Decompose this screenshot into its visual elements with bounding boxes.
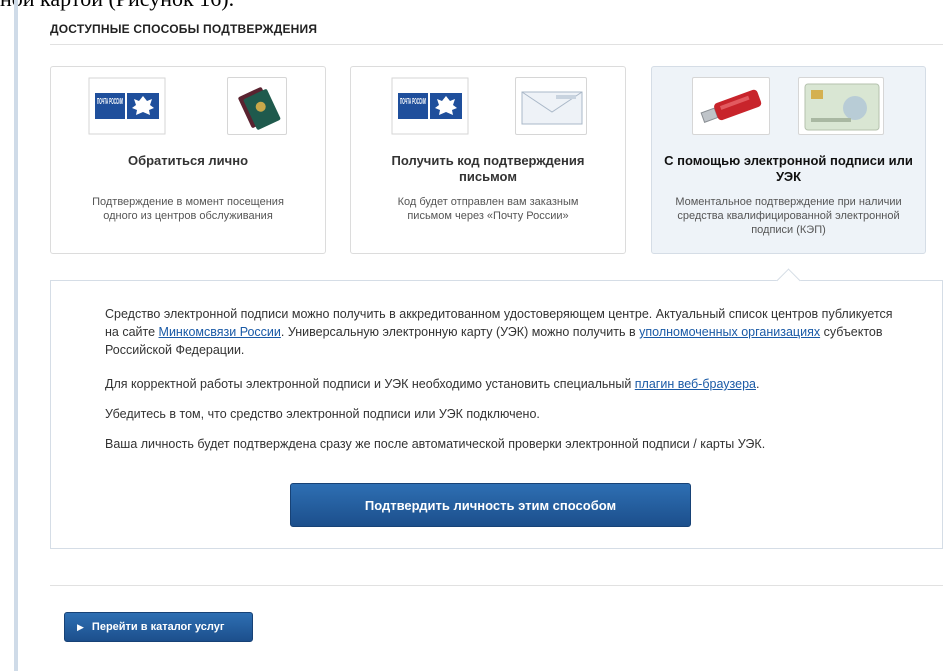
info-paragraph: Для корректной работы электронной подпис… xyxy=(105,375,895,393)
russian-post-logo: ПОЧТА РОССИИ xyxy=(391,77,469,135)
russian-post-logo: ПОЧТА РОССИИ xyxy=(88,77,166,135)
go-to-catalog-button[interactable]: ▶ Перейти в каталог услуг xyxy=(64,612,253,642)
method-card-letter-code[interactable]: ПОЧТА РОССИИ Получить код подтверждения … xyxy=(350,66,626,254)
card-description: Подтверждение в момент посещения одного … xyxy=(92,196,284,222)
catalog-button-label: Перейти в каталог услуг xyxy=(91,621,225,633)
info-paragraph: Убедитесь в том, что средство электронно… xyxy=(105,407,540,421)
logo-text-line1: ПОЧТА РОССИИ xyxy=(400,97,426,106)
uek-card-icon xyxy=(798,77,884,135)
card-title: Получить код подтверждения письмом xyxy=(391,153,585,184)
document-text-fragment: ной картой (Рисунок 16). xyxy=(0,0,234,12)
card-description: Моментальное подтверждение при наличии с… xyxy=(675,196,902,236)
card-title: С помощью электронной подписи или УЭК xyxy=(664,153,913,184)
section-title: ДОСТУПНЫЕ СПОСОБЫ ПОДТВЕРЖДЕНИЯ xyxy=(50,22,318,36)
passport-icon xyxy=(227,77,287,135)
left-border-stripe xyxy=(14,0,18,671)
minkomsvyaz-link[interactable]: Минкомсвязи России xyxy=(159,325,281,339)
authorized-organizations-link[interactable]: уполномоченных организациях xyxy=(639,325,820,339)
card-title: Обратиться лично xyxy=(127,153,249,168)
info-paragraph: Средство электронной подписи можно получ… xyxy=(105,305,895,359)
play-arrow-icon: ▶ xyxy=(77,621,84,632)
info-text: . Универсальную электронную карту (УЭК) … xyxy=(280,325,640,339)
footer-divider xyxy=(50,585,943,586)
method-card-e-signature[interactable]: С помощью электронной подписи или УЭК Мо… xyxy=(651,66,926,254)
logo-text-line1: ПОЧТА РОССИИ xyxy=(97,97,123,106)
card-description: Код будет отправлен вам заказным письмом… xyxy=(397,196,579,222)
info-text: . xyxy=(755,377,760,391)
method-details-panel: Средство электронной подписи можно получ… xyxy=(50,280,943,549)
browser-plugin-link[interactable]: плагин веб-браузера xyxy=(635,377,756,391)
section-divider xyxy=(50,44,943,45)
info-paragraph: Ваша личность будет подтверждена сразу ж… xyxy=(105,437,766,451)
envelope-icon xyxy=(515,77,587,135)
confirm-identity-button[interactable]: Подтвердить личность этим способом xyxy=(290,483,691,527)
usb-token-icon xyxy=(692,77,770,135)
info-text: Для корректной работы электронной подпис… xyxy=(105,377,635,391)
method-card-in-person[interactable]: ПОЧТА РОССИИ Обратиться лично Подтвержде… xyxy=(50,66,326,254)
